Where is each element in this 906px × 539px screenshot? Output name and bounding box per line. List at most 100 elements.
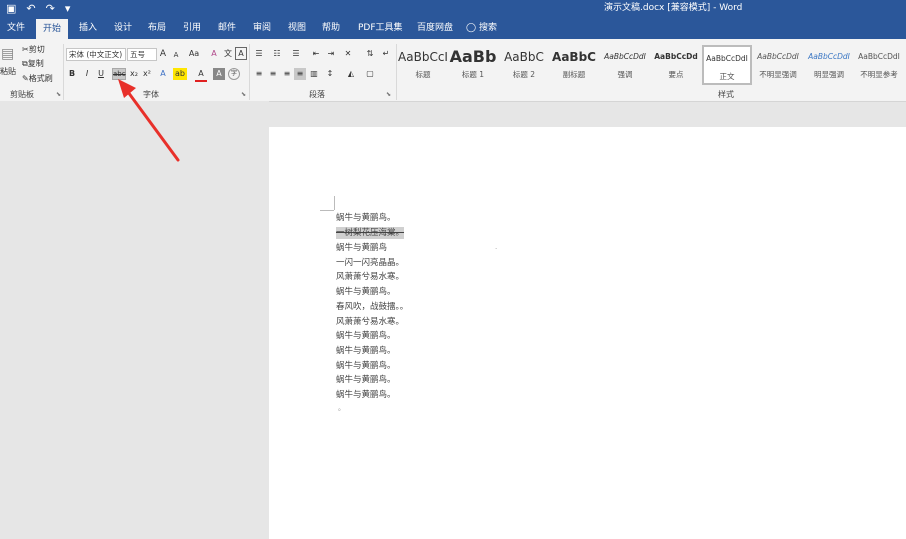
document-line-selected[interactable]: 一树梨花压海棠。	[336, 227, 405, 239]
sort-icon[interactable]: ⇅	[364, 48, 376, 60]
clipboard-launcher-icon[interactable]: ⬊	[56, 91, 61, 98]
copy-button[interactable]: ⧉复制	[22, 58, 44, 70]
bold-button[interactable]: B	[66, 68, 78, 80]
change-case-icon[interactable]: Aa	[185, 48, 203, 60]
font-name-select[interactable]: 宋体 (中文正文)	[66, 48, 126, 61]
document-line[interactable]: 一闪一闪亮晶晶。	[336, 257, 404, 269]
line-spacing-icon[interactable]: ↕	[324, 68, 336, 80]
decrease-indent-icon[interactable]: ⇤	[310, 48, 322, 60]
tab-mailings[interactable]: 邮件	[218, 17, 236, 39]
distributed-icon[interactable]: ▥	[308, 68, 320, 80]
char-shading-icon[interactable]: A	[213, 68, 225, 80]
superscript-button[interactable]: x²	[141, 68, 153, 80]
tab-references[interactable]: 引用	[183, 17, 201, 39]
tab-design[interactable]: 设计	[114, 17, 132, 39]
window-title: 演示文稿.docx [兼容模式] - Word	[604, 3, 743, 13]
grow-font-icon[interactable]: A	[157, 48, 169, 60]
style-subtle-reference[interactable]: AaBbCcDdI 不明显参考	[854, 45, 904, 85]
search-box[interactable]: ◯ 搜索	[466, 17, 497, 39]
save-icon[interactable]: ▣	[6, 2, 16, 15]
tab-help[interactable]: 帮助	[322, 17, 340, 39]
customize-qat-icon[interactable]: ▾	[65, 2, 71, 15]
style-title[interactable]: AaBbCcI 标题	[398, 45, 448, 85]
tab-review[interactable]: 审阅	[253, 17, 271, 39]
document-line[interactable]: 蜗牛与黄鹂鸟。	[336, 330, 396, 342]
style-subtitle[interactable]: AaBbC 副标题	[549, 45, 599, 85]
chinese-layout-icon[interactable]: ✕	[342, 48, 354, 60]
tab-file[interactable]: 文件	[7, 17, 25, 39]
document-line[interactable]: 蜗牛与黄鹂鸟。	[336, 389, 396, 401]
redo-icon[interactable]: ↷	[46, 2, 55, 15]
search-label: 搜索	[478, 23, 497, 33]
document-background	[0, 101, 269, 539]
format-painter-button[interactable]: ✎格式刷	[22, 73, 53, 85]
numbering-icon[interactable]: ☷	[271, 48, 283, 60]
document-line[interactable]: 蜗牛与黄鹂鸟。	[336, 360, 396, 372]
style-heading-1[interactable]: AaBb 标题 1	[448, 45, 498, 85]
ribbon-tabs: 文件 开始 插入 设计 布局 引用 邮件 审阅 视图 帮助 PDF工具集 百度网…	[0, 17, 906, 39]
paste-icon[interactable]: ▤	[1, 47, 14, 61]
style-strong[interactable]: AaBbCcDd 要点	[651, 45, 701, 85]
increase-indent-icon[interactable]: ⇥	[325, 48, 337, 60]
cut-button[interactable]: ✂剪切	[22, 44, 45, 56]
paragraph-end-mark: 。	[338, 404, 345, 412]
document-line[interactable]: 蜗牛与黄鹂鸟。	[336, 374, 396, 386]
show-marks-icon[interactable]: ↵	[380, 48, 392, 60]
brush-icon: ✎	[22, 74, 29, 83]
paste-button[interactable]: 粘贴	[0, 66, 16, 78]
style-emphasis[interactable]: AaBbCcDdI 强调	[600, 45, 650, 85]
group-divider	[63, 44, 64, 100]
document-line[interactable]: 春风吹，战鼓擂。。	[336, 301, 408, 313]
enclose-char-icon[interactable]: 字	[228, 68, 240, 80]
tab-view[interactable]: 视图	[288, 17, 306, 39]
quick-access-toolbar: ▣ ↶ ↷ ▾	[6, 2, 70, 15]
document-line[interactable]: 蜗牛与黄鹂鸟。	[336, 212, 396, 224]
group-divider	[249, 44, 250, 100]
phonetic-guide-icon[interactable]: 文	[222, 48, 234, 60]
font-color-icon[interactable]: A	[195, 68, 207, 82]
bullets-icon[interactable]: ☰	[253, 48, 265, 60]
margin-corner-mark	[320, 210, 334, 211]
align-left-icon[interactable]: ≡	[253, 68, 265, 80]
strikethrough-button[interactable]: abc	[112, 68, 126, 80]
justify-icon[interactable]: ≡	[294, 68, 306, 80]
style-intense-emphasis[interactable]: AaBbCcDdI 明显强调	[804, 45, 854, 85]
document-line[interactable]: 风萧萧兮易水寒。	[336, 316, 404, 328]
document-line[interactable]: 蜗牛与黄鹂鸟。	[336, 286, 396, 298]
shading-icon[interactable]: ◭	[345, 68, 357, 80]
italic-button[interactable]: I	[81, 68, 93, 80]
title-bar: ▣ ↶ ↷ ▾ 演示文稿.docx [兼容模式] - Word	[0, 0, 906, 17]
font-size-select[interactable]: 五号	[127, 48, 157, 61]
subscript-button[interactable]: x₂	[128, 68, 140, 80]
highlight-color-icon[interactable]: ab	[173, 68, 187, 80]
scissors-icon: ✂	[22, 45, 29, 54]
styles-group-label: 样式	[718, 90, 734, 99]
style-heading-2[interactable]: AaBbC 标题 2	[499, 45, 549, 85]
shrink-font-icon[interactable]: A	[170, 49, 182, 61]
font-launcher-icon[interactable]: ⬊	[241, 91, 246, 98]
multilevel-list-icon[interactable]: ☰	[290, 48, 302, 60]
borders-icon[interactable]: ▢	[364, 68, 376, 80]
tab-home[interactable]: 开始	[36, 19, 68, 39]
tab-baidu-netdisk[interactable]: 百度网盘	[417, 17, 453, 39]
undo-icon[interactable]: ↶	[26, 2, 35, 15]
align-center-icon[interactable]: ≡	[267, 68, 279, 80]
text-effects-icon[interactable]: A	[157, 68, 169, 80]
clear-format-icon[interactable]: A	[208, 48, 220, 60]
clipboard-group-label: 剪贴板	[10, 90, 34, 99]
style-subtle-emphasis[interactable]: AaBbCcDdI 不明显强调	[753, 45, 803, 85]
underline-button[interactable]: U	[95, 68, 107, 80]
document-line[interactable]: 蜗牛与黄鹂鸟。	[336, 345, 396, 357]
tab-layout[interactable]: 布局	[148, 17, 166, 39]
align-right-icon[interactable]: ≡	[281, 68, 293, 80]
document-line[interactable]: 蜗牛与黄鹂鸟	[336, 242, 387, 254]
document-line[interactable]: 风萧萧兮易水寒。	[336, 271, 404, 283]
tab-insert[interactable]: 插入	[79, 17, 97, 39]
paragraph-launcher-icon[interactable]: ⬊	[386, 91, 391, 98]
group-divider	[396, 44, 397, 100]
style-normal[interactable]: AaBbCcDdI 正文	[702, 45, 752, 85]
paragraph-group-label: 段落	[309, 90, 325, 99]
margin-corner-mark	[334, 196, 335, 210]
tab-pdf-tools[interactable]: PDF工具集	[358, 17, 403, 39]
char-border-icon[interactable]: A	[235, 47, 247, 60]
